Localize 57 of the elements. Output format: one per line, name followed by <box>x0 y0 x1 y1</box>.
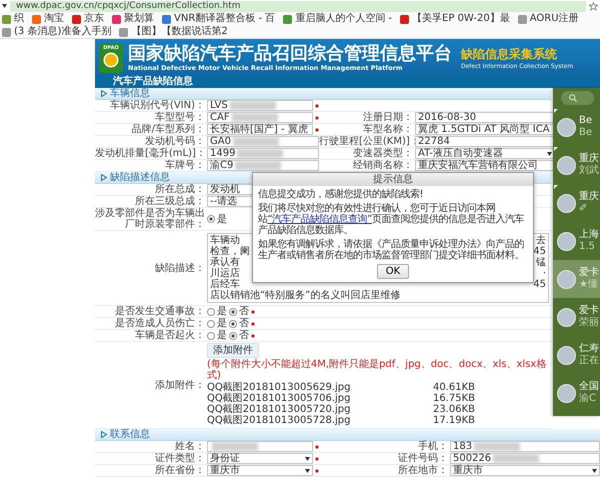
file-size: 17.19KB <box>432 415 475 426</box>
contact-name: 爱卡 <box>579 305 599 316</box>
contact-name: 爱卡 <box>579 267 599 278</box>
field-label: 注册日期： <box>362 112 414 123</box>
attachment-note: (每个附件大小不能超过4M,附件只能是pdf、jpg、doc、docx、xls、xlsx格式) <box>207 359 548 381</box>
contact-name: 全国 <box>579 381 599 393</box>
field-label: 品牌/车型系列： <box>130 124 206 135</box>
field-label: 发动机排量[毫升(mL)]： <box>95 148 207 159</box>
system-title: 缺陷信息采集系统 <box>461 46 557 62</box>
field-label: 车辆识别代号(VIN)： <box>108 100 206 111</box>
file-name: QQ截图20181013005706.jpg <box>207 393 350 404</box>
contact-message: ✐ <box>579 203 588 215</box>
section-title: 缺陷描述信息 <box>110 172 170 184</box>
field-label: 是否发生交通事故： <box>114 306 206 317</box>
field-label: 变速器类型： <box>352 148 414 159</box>
site-title: 国家缺陷汽车产品召回综合管理信息平台 <box>128 43 452 64</box>
field-label: 手机： <box>417 441 449 452</box>
contact-message: 1.5 <box>579 241 596 253</box>
contact-message: 荣丽 <box>579 317 599 329</box>
field-label: 车牌号： <box>164 160 206 171</box>
field-label: 添加附件： <box>154 380 206 390</box>
contact-message: 刘武 <box>579 165 599 177</box>
section-title: 车辆信息 <box>110 88 150 100</box>
field-label: 车辆是否起火： <box>134 330 206 341</box>
file-name: QQ截图20181013005728.jpg <box>207 415 350 426</box>
contact-message: 渝C <box>579 393 597 405</box>
contact-message: Be <box>579 127 592 139</box>
contact-name: 重庆 <box>579 191 599 203</box>
field-label: 所在地市： <box>397 465 449 476</box>
contact-name: 重庆 <box>579 153 599 164</box>
contact-name: 上海 <box>579 229 599 241</box>
dialog-paragraph: 如果您有调解诉求，请依据《产品质量申诉处理办法》向产品的生产者或销售者所在地的市场监督管理部门提交详细书面材料。 <box>258 239 525 261</box>
file-name: QQ截图20181013005629.jpg <box>207 382 350 393</box>
contact-name: 仁寿 <box>579 343 599 355</box>
field-label: 经销商名称： <box>352 160 414 171</box>
file-size: 23.06KB <box>432 404 475 415</box>
file-name: QQ截图20181013005720.jpg <box>207 404 350 415</box>
file-size: 40.61KB <box>432 382 475 393</box>
contact-name: Be <box>579 115 592 127</box>
field-label: 所在总成： <box>154 184 206 195</box>
field-label: 车型型号： <box>154 112 206 123</box>
nav-label: 汽车产品缺陷信息 <box>113 76 193 88</box>
field-label: 发动机号码： <box>144 136 206 147</box>
field-label: 证件类型： <box>154 453 206 464</box>
contact-message: ★懂 <box>579 279 599 291</box>
field-label: 车型名称： <box>362 124 414 135</box>
dialog-title: 提示信息 <box>253 173 533 186</box>
field-label: 是否造成人员伤亡： <box>114 318 206 329</box>
contact-message: 正在 <box>579 355 599 367</box>
section-title: 联系信息 <box>110 428 150 440</box>
file-size: 16.75KB <box>432 393 475 404</box>
field-label: 缺陷描述： <box>154 262 206 274</box>
field-label: 所在省份： <box>154 465 206 476</box>
field-label: 所在三级总成： <box>134 196 206 207</box>
field-label: 涉及零部件是否为车辆出厂时原装零部件： <box>95 208 206 230</box>
field-label: 证件号码： <box>397 453 449 464</box>
field-label: 姓名： <box>174 441 206 452</box>
